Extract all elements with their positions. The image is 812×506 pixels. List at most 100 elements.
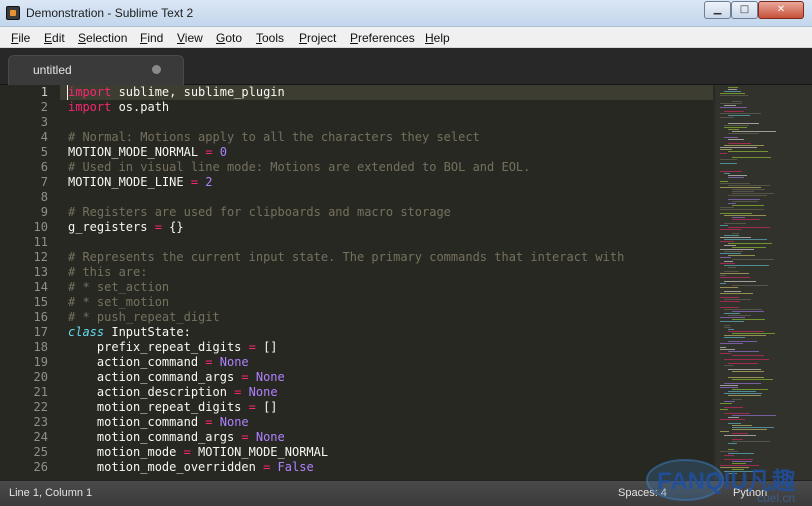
code-line[interactable]: motion_command_args = None xyxy=(68,430,713,445)
code-line[interactable]: # Represents the current input state. Th… xyxy=(68,250,713,265)
line-number: 20 xyxy=(33,370,48,384)
code-line[interactable]: # Registers are used for clipboards and … xyxy=(68,205,713,220)
minimap-line xyxy=(724,413,750,414)
minimap-line xyxy=(720,277,750,278)
code-line[interactable]: MOTION_MODE_NORMAL = 0 xyxy=(68,145,713,160)
code-token: = xyxy=(248,340,256,354)
code-token: motion_mode xyxy=(68,445,184,459)
code-line[interactable]: motion_command = None xyxy=(68,415,713,430)
code-line[interactable]: prefix_repeat_digits = [] xyxy=(68,340,713,355)
minimap-line xyxy=(724,265,769,266)
indentation-selector[interactable]: Spaces: 4 xyxy=(618,487,667,499)
line-number: 11 xyxy=(33,235,48,249)
menu-project[interactable]: Project xyxy=(299,31,336,45)
menu-selection[interactable]: Selection xyxy=(78,31,127,45)
minimap-line xyxy=(724,239,767,240)
minimap-line xyxy=(724,281,756,282)
code-line[interactable]: class InputState: xyxy=(68,325,713,340)
dirty-dot-icon[interactable] xyxy=(152,65,161,74)
minimap-line xyxy=(724,105,736,106)
minimap-line xyxy=(728,443,737,444)
minimap-line xyxy=(724,223,746,224)
code-area[interactable]: import sublime, sublime_plugin import os.… xyxy=(68,85,713,475)
menu-help[interactable]: Help xyxy=(425,31,450,45)
code-line[interactable]: import os.path xyxy=(68,100,713,115)
minimap-line xyxy=(728,175,747,176)
tab-untitled[interactable]: untitled xyxy=(8,55,184,85)
line-number: 12 xyxy=(33,250,48,264)
code-token: # Registers are used for clipboards and … xyxy=(68,205,451,219)
editor-pane[interactable]: 1 2 3 4 5 6 7 8 9 10 11 12 13 14 15 16 17 18 19 20 21 22 23 24 2… xyxy=(0,85,812,480)
close-button[interactable]: ✕ xyxy=(758,1,804,19)
line-number: 1 xyxy=(40,85,48,99)
minimap-line xyxy=(720,149,732,150)
menu-view[interactable]: View xyxy=(177,31,203,45)
code-line[interactable] xyxy=(68,235,713,250)
minimap-line xyxy=(724,335,766,336)
code-line[interactable]: # this are: xyxy=(68,265,713,280)
minimap-line xyxy=(724,261,733,262)
minimap-line xyxy=(732,157,771,158)
code-line[interactable]: # * set_motion xyxy=(68,295,713,310)
minimap-line xyxy=(728,227,770,228)
minimap-line xyxy=(728,133,759,134)
code-line[interactable]: motion_repeat_digits = [] xyxy=(68,400,713,415)
code-token: InputState: xyxy=(104,325,191,339)
code-line[interactable]: # Used in visual line mode: Motions are … xyxy=(68,160,713,175)
minimap-line xyxy=(732,425,752,426)
minimap-line xyxy=(732,319,765,320)
code-line[interactable]: import sublime, sublime_plugin xyxy=(68,85,713,100)
menu-preferences[interactable]: Preferences xyxy=(350,31,415,45)
minimap-line xyxy=(720,263,735,264)
code-line[interactable]: # * push_repeat_digit xyxy=(68,310,713,325)
minimize-button[interactable]: ▁ xyxy=(704,1,731,19)
minimap-line xyxy=(720,209,764,210)
minimap-line xyxy=(728,177,744,178)
menu-file[interactable]: File xyxy=(11,31,30,45)
minimap-line xyxy=(724,459,753,460)
minimap-line xyxy=(720,283,726,284)
code-line[interactable] xyxy=(68,115,713,130)
code-line[interactable]: action_command_args = None xyxy=(68,370,713,385)
minimap-line xyxy=(720,287,738,288)
code-line[interactable]: g_registers = {} xyxy=(68,220,713,235)
line-number: 25 xyxy=(33,445,48,459)
minimap-line xyxy=(732,389,768,390)
line-number: 9 xyxy=(40,205,48,219)
minimap-line xyxy=(732,233,739,234)
minimap[interactable] xyxy=(713,85,812,480)
syntax-selector[interactable]: Python xyxy=(733,487,767,499)
menu-edit[interactable]: Edit xyxy=(44,31,65,45)
minimap-line xyxy=(728,329,734,330)
code-token: # Represents the current input state. Th… xyxy=(68,250,625,264)
code-token: MOTION_MODE_NORMAL xyxy=(68,145,206,159)
menu-find[interactable]: Find xyxy=(140,31,163,45)
minimap-line xyxy=(720,257,731,258)
code-line[interactable]: MOTION_MODE_LINE = 2 xyxy=(68,175,713,190)
minimap-line xyxy=(732,201,758,202)
minimap-line xyxy=(720,159,737,160)
minimap-line xyxy=(728,255,755,256)
code-token: class xyxy=(68,325,105,339)
code-line[interactable] xyxy=(68,190,713,205)
tab-label: untitled xyxy=(33,63,72,77)
minimap-line xyxy=(728,89,737,90)
minimap-line xyxy=(728,473,737,474)
code-line[interactable]: action_command = None xyxy=(68,355,713,370)
code-line[interactable]: motion_mode = MOTION_MODE_NORMAL xyxy=(68,445,713,460)
minimap-line xyxy=(720,171,742,172)
code-line[interactable]: # * set_action xyxy=(68,280,713,295)
menu-tools[interactable]: Tools xyxy=(256,31,284,45)
code-line[interactable]: motion_mode_overridden = False xyxy=(68,460,713,475)
minimap-line xyxy=(724,91,741,92)
minimap-line xyxy=(720,385,738,386)
code-line[interactable]: # Normal: Motions apply to all the chara… xyxy=(68,130,713,145)
menu-goto[interactable]: Goto xyxy=(216,31,242,45)
cursor-position: Line 1, Column 1 xyxy=(9,487,93,499)
maximize-button[interactable]: □ xyxy=(731,1,758,19)
code-token: # * set_motion xyxy=(68,295,170,309)
code-line[interactable]: action_description = None xyxy=(68,385,713,400)
